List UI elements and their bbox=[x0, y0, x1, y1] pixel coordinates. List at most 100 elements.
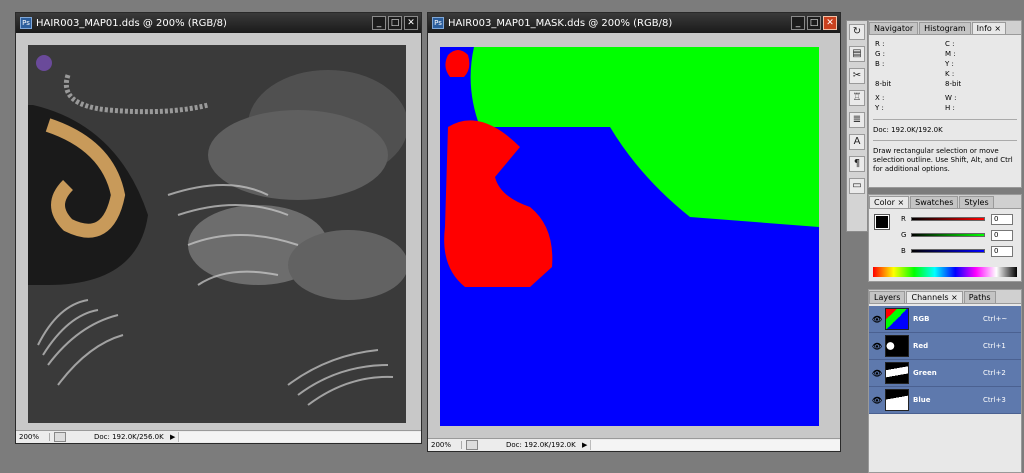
info-hint: Draw rectangular selection or move selec… bbox=[873, 140, 1017, 174]
info-w: W : bbox=[945, 94, 957, 102]
info-doc-size: Doc: 192.0K/192.0K bbox=[873, 119, 1017, 134]
color-panel: Color × Swatches Styles R 0 G 0 B 0 bbox=[868, 194, 1022, 282]
color-spectrum-bar[interactable] bbox=[873, 267, 1017, 277]
tab-close-icon[interactable]: × bbox=[994, 24, 1001, 33]
horizontal-scrollbar[interactable] bbox=[590, 440, 840, 450]
status-bar: 200% Doc: 192.0K/192.0K ▶ bbox=[428, 438, 840, 451]
green-slider-label: G bbox=[901, 231, 907, 239]
minimize-button[interactable]: _ bbox=[372, 16, 386, 30]
channel-row-blue[interactable]: 👁 Blue Ctrl+3 bbox=[869, 387, 1021, 414]
tab-styles[interactable]: Styles bbox=[959, 196, 994, 208]
channel-shortcut: Ctrl+3 bbox=[983, 396, 1006, 404]
panel-dock-strip: ↻ ▤ ✂ ♖ ≣ A ¶ ▭ bbox=[846, 20, 868, 232]
channel-name: Blue bbox=[913, 396, 931, 404]
foreground-color-swatch[interactable] bbox=[874, 214, 890, 230]
window-title: HAIR003_MAP01_MASK.dds @ 200% (RGB/8) bbox=[448, 17, 673, 29]
window-titlebar[interactable]: Ps HAIR003_MAP01_MASK.dds @ 200% (RGB/8)… bbox=[428, 13, 840, 33]
channel-shortcut: Ctrl+1 bbox=[983, 342, 1006, 350]
info-panel-tabs: Navigator Histogram Info × bbox=[869, 21, 1021, 35]
tab-swatches[interactable]: Swatches bbox=[910, 196, 959, 208]
channel-thumbnail bbox=[885, 362, 909, 384]
status-arrow-icon[interactable]: ▶ bbox=[582, 441, 590, 449]
channels-panel: Layers Channels × Paths 👁 RGB Ctrl+~ 👁 R… bbox=[868, 289, 1022, 473]
bit-depth-right: 8-bit bbox=[945, 80, 962, 88]
mask-red-region-small bbox=[445, 50, 470, 77]
bit-depth-left: 8-bit bbox=[875, 80, 892, 88]
visibility-eye-icon[interactable]: 👁 bbox=[869, 369, 885, 378]
status-arrow-icon[interactable]: ▶ bbox=[170, 433, 178, 441]
red-slider[interactable] bbox=[911, 217, 985, 221]
red-slider-label: R bbox=[901, 215, 906, 223]
tab-channels[interactable]: Channels × bbox=[906, 291, 963, 303]
screen-mode-icon[interactable]: ▤ bbox=[849, 46, 865, 62]
info-h: H : bbox=[945, 104, 955, 112]
channel-row-red[interactable]: 👁 Red Ctrl+1 bbox=[869, 333, 1021, 360]
visibility-eye-icon[interactable]: 👁 bbox=[869, 396, 885, 405]
blue-slider-row: B 0 bbox=[901, 243, 1013, 259]
info-k: K : bbox=[945, 70, 955, 78]
color-panel-tabs: Color × Swatches Styles bbox=[869, 195, 1021, 209]
close-button[interactable]: ✕ bbox=[404, 16, 418, 30]
tab-layers[interactable]: Layers bbox=[869, 291, 906, 303]
channel-name: Green bbox=[913, 369, 937, 377]
visibility-eye-icon[interactable]: 👁 bbox=[869, 315, 885, 324]
info-panel: Navigator Histogram Info × R : C : G : M :… bbox=[868, 20, 1022, 188]
photoshop-icon: Ps bbox=[432, 17, 444, 29]
horizontal-scrollbar[interactable] bbox=[178, 432, 421, 442]
history-icon[interactable]: ↻ bbox=[849, 24, 865, 40]
tab-close-icon[interactable]: × bbox=[951, 293, 958, 302]
maximize-button[interactable]: □ bbox=[388, 16, 402, 30]
document-window-hair-map[interactable]: Ps HAIR003_MAP01.dds @ 200% (RGB/8) _ □ … bbox=[15, 12, 422, 444]
info-y-coord: Y : bbox=[875, 104, 884, 112]
green-value-input[interactable]: 0 bbox=[991, 229, 1013, 241]
tab-channels-label: Channels bbox=[911, 293, 949, 302]
channel-thumbnail bbox=[885, 335, 909, 357]
window-titlebar[interactable]: Ps HAIR003_MAP01.dds @ 200% (RGB/8) _ □ … bbox=[16, 13, 421, 33]
channel-thumbnail bbox=[885, 389, 909, 411]
visibility-eye-icon[interactable]: 👁 bbox=[869, 342, 885, 351]
blue-slider[interactable] bbox=[911, 249, 985, 253]
blue-value-input[interactable]: 0 bbox=[991, 245, 1013, 257]
minimize-button[interactable]: _ bbox=[791, 16, 805, 30]
tab-navigator[interactable]: Navigator bbox=[869, 22, 919, 34]
tab-info-label: Info bbox=[976, 24, 992, 33]
character-icon[interactable]: A bbox=[849, 134, 865, 150]
tab-color[interactable]: Color × bbox=[869, 196, 910, 208]
info-b: B : bbox=[875, 60, 885, 68]
info-r: R : bbox=[875, 40, 885, 48]
channel-shortcut: Ctrl+2 bbox=[983, 369, 1006, 377]
clone-source-icon[interactable]: ♖ bbox=[849, 90, 865, 106]
zoom-level[interactable]: 200% bbox=[16, 433, 50, 441]
channel-shortcut: Ctrl+~ bbox=[983, 315, 1008, 323]
info-m: M : bbox=[945, 50, 956, 58]
channel-name: Red bbox=[913, 342, 929, 350]
channel-row-green[interactable]: 👁 Green Ctrl+2 bbox=[869, 360, 1021, 387]
close-button[interactable]: ✕ bbox=[823, 16, 837, 30]
layer-comps-icon[interactable]: ≣ bbox=[849, 112, 865, 128]
tab-color-label: Color bbox=[874, 198, 895, 207]
status-menu-icon[interactable] bbox=[54, 432, 66, 442]
tool-presets-icon[interactable]: ▭ bbox=[849, 178, 865, 194]
info-c: C : bbox=[945, 40, 955, 48]
hair-texture-canvas[interactable] bbox=[28, 45, 406, 423]
paragraph-icon[interactable]: ¶ bbox=[849, 156, 865, 172]
scissors-icon[interactable]: ✂ bbox=[849, 68, 865, 84]
green-slider[interactable] bbox=[911, 233, 985, 237]
info-y: Y : bbox=[945, 60, 954, 68]
red-slider-row: R 0 bbox=[901, 211, 1013, 227]
red-value-input[interactable]: 0 bbox=[991, 213, 1013, 225]
status-menu-icon[interactable] bbox=[466, 440, 478, 450]
doc-size: Doc: 192.0K/192.0K bbox=[506, 441, 576, 449]
info-x: X : bbox=[875, 94, 885, 102]
tab-histogram[interactable]: Histogram bbox=[919, 22, 971, 34]
tab-paths[interactable]: Paths bbox=[963, 291, 996, 303]
zoom-level[interactable]: 200% bbox=[428, 441, 462, 449]
tab-close-icon[interactable]: × bbox=[897, 198, 904, 207]
tab-info[interactable]: Info × bbox=[971, 22, 1007, 34]
channel-name: RGB bbox=[913, 315, 930, 323]
mask-canvas[interactable] bbox=[440, 47, 819, 426]
document-window-mask[interactable]: Ps HAIR003_MAP01_MASK.dds @ 200% (RGB/8)… bbox=[427, 12, 841, 452]
blue-slider-label: B bbox=[901, 247, 906, 255]
channel-row-rgb[interactable]: 👁 RGB Ctrl+~ bbox=[869, 306, 1021, 333]
maximize-button[interactable]: □ bbox=[807, 16, 821, 30]
